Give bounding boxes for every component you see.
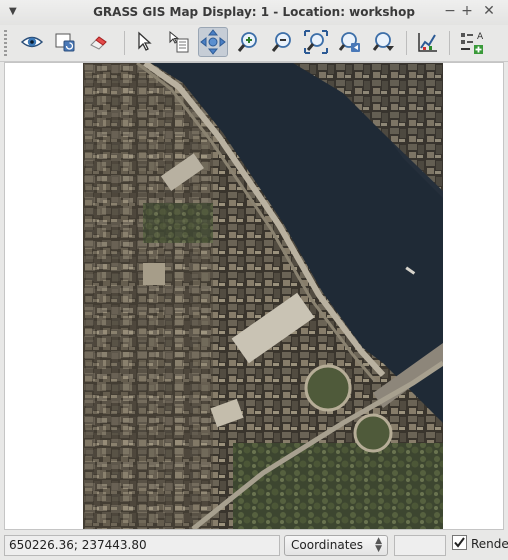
spinner-arrows-icon: ▲ ▼ xyxy=(375,536,382,554)
query-icon xyxy=(169,30,189,53)
erase-button[interactable] xyxy=(84,27,114,57)
svg-text:A: A xyxy=(477,32,484,42)
toolbar-grip[interactable] xyxy=(4,30,7,56)
toolbar-separator xyxy=(406,31,407,55)
zoom-in-button[interactable] xyxy=(233,27,263,57)
coordinates-display: 650226.36; 237443.80 xyxy=(4,535,280,556)
decorations-icon: A xyxy=(461,32,484,54)
render-label: Render xyxy=(471,537,508,551)
zoom-extent-button[interactable] xyxy=(301,27,331,57)
status-bar: 650226.36; 237443.80 Coordinates ▲ ▼ Rend… xyxy=(0,531,508,560)
zoom-options-icon xyxy=(372,32,394,51)
map-toolbar: A xyxy=(0,25,508,62)
zoom-extent-icon xyxy=(304,30,328,54)
window-title: GRASS GIS Map Display: 1 - Location: wor… xyxy=(93,5,415,19)
pointer-button[interactable] xyxy=(130,27,160,57)
zoom-out-button[interactable] xyxy=(267,27,297,57)
status-mode-label: Coordinates xyxy=(291,538,364,552)
title-bar: ▼ GRASS GIS Map Display: 1 - Location: w… xyxy=(0,0,508,26)
status-mode-select[interactable]: Coordinates ▲ ▼ xyxy=(284,535,388,556)
decorations-button[interactable]: A xyxy=(457,27,487,57)
pointer-icon xyxy=(138,31,152,51)
maximize-icon[interactable]: + xyxy=(459,3,475,19)
zoom-back-icon xyxy=(338,32,360,52)
toolbar-separator xyxy=(449,31,450,55)
aerial-photo-raster xyxy=(83,63,443,529)
render-checkbox[interactable]: Render xyxy=(452,535,508,556)
checkbox-checked-icon xyxy=(452,535,467,550)
zoom-out-icon xyxy=(271,32,291,52)
status-extra-field xyxy=(394,535,446,556)
erase-icon xyxy=(90,36,107,50)
toolbar-separator xyxy=(124,31,125,55)
pan-button[interactable] xyxy=(198,27,228,57)
render-map-icon xyxy=(55,33,75,52)
close-icon[interactable]: ✕ xyxy=(481,3,497,19)
map-display-window: ▼ GRASS GIS Map Display: 1 - Location: w… xyxy=(0,0,508,560)
display-map-button[interactable] xyxy=(17,27,47,57)
minimize-icon[interactable]: − xyxy=(442,3,458,19)
zoom-options-button[interactable] xyxy=(369,27,399,57)
analyze-button[interactable] xyxy=(413,27,443,57)
render-map-button[interactable] xyxy=(50,27,80,57)
pan-icon xyxy=(200,29,226,55)
zoom-back-button[interactable] xyxy=(335,27,365,57)
zoom-in-icon xyxy=(237,32,257,52)
query-button[interactable] xyxy=(164,27,194,57)
analyze-icon xyxy=(418,33,437,52)
display-map-icon xyxy=(20,36,44,48)
map-canvas[interactable] xyxy=(4,62,504,530)
